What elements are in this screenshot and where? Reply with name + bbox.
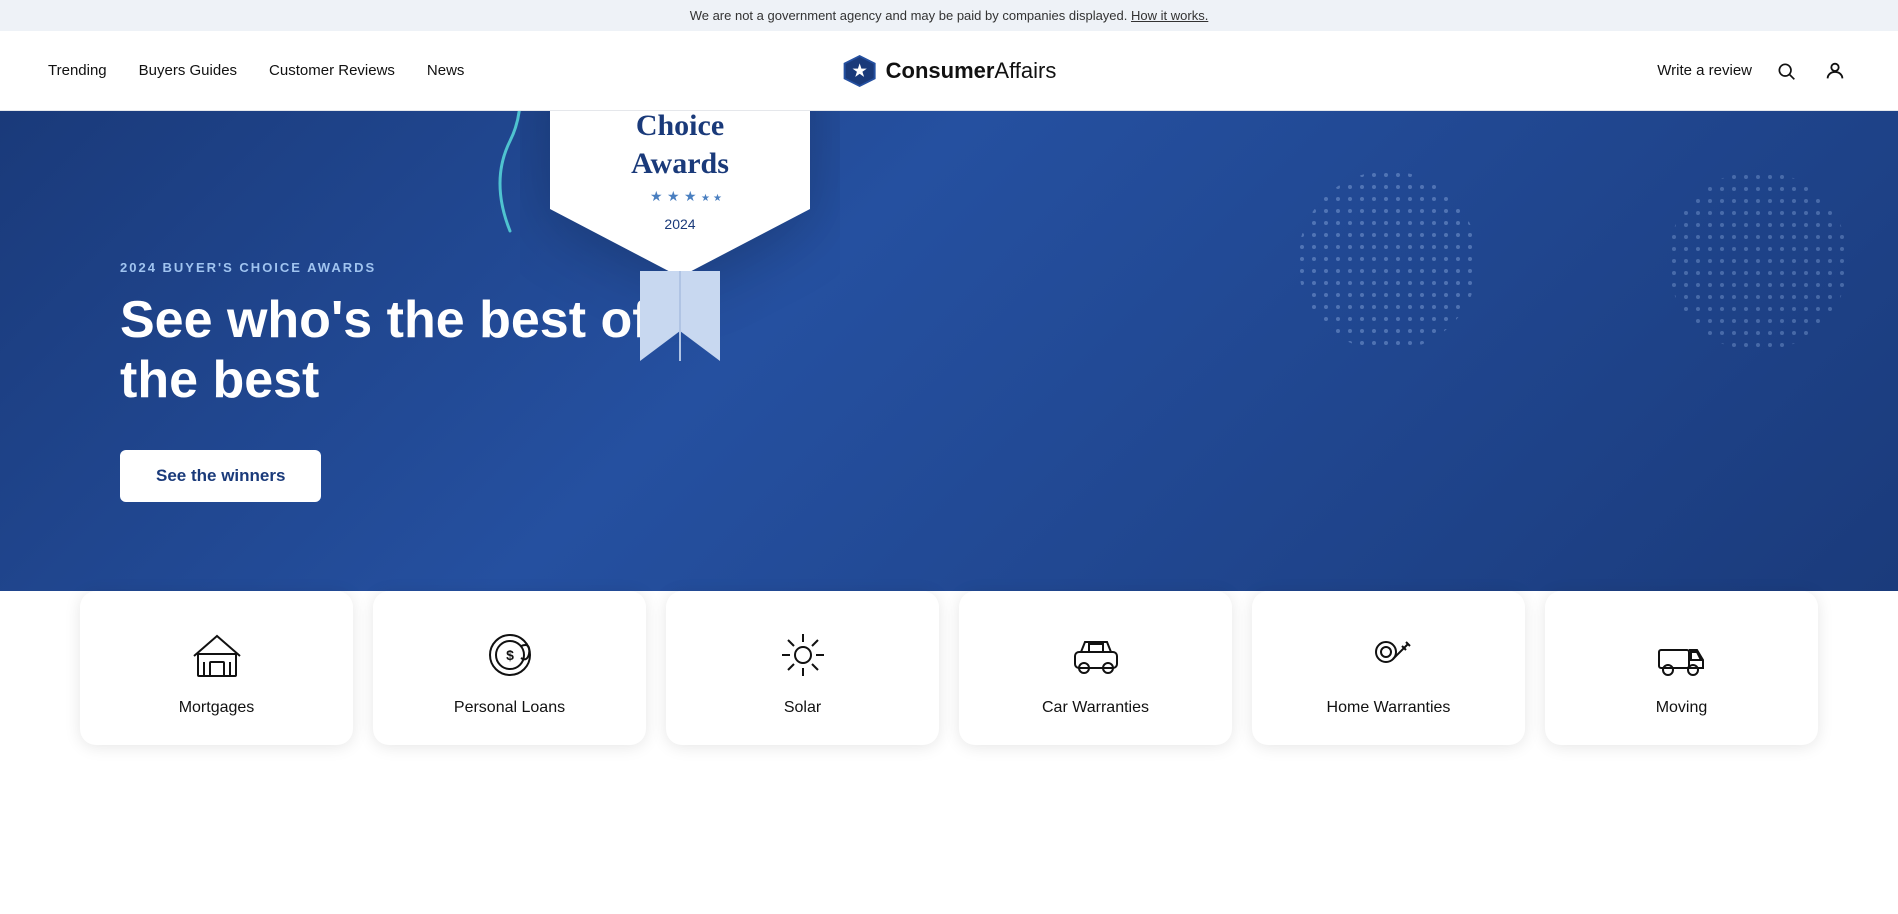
svg-text:Awards: Awards [631, 147, 729, 180]
hero-circle-dots [1658, 161, 1858, 366]
category-personal-loans[interactable]: $ Personal Loans [373, 591, 646, 745]
search-icon [1776, 61, 1796, 81]
solar-label: Solar [784, 699, 821, 717]
header-right: Write a review [1657, 56, 1850, 86]
svg-text:★: ★ [650, 188, 663, 204]
write-review-button[interactable]: Write a review [1657, 62, 1752, 79]
header: Trending Buyers Guides Customer Reviews … [0, 31, 1898, 111]
banner-text: We are not a government agency and may b… [690, 8, 1128, 23]
categories-grid: Mortgages $ Personal Loans [80, 591, 1818, 745]
svg-text:2024: 2024 [664, 216, 695, 232]
car-warranties-label: Car Warranties [1042, 699, 1149, 717]
svg-text:★: ★ [701, 193, 710, 204]
user-icon [1824, 60, 1846, 82]
svg-text:★: ★ [684, 188, 697, 204]
category-moving[interactable]: Moving [1545, 591, 1818, 745]
hero-dots-decoration [1298, 171, 1478, 356]
nav-news[interactable]: News [427, 62, 465, 79]
personal-loans-label: Personal Loans [454, 699, 565, 717]
main-nav: Trending Buyers Guides Customer Reviews … [48, 62, 464, 79]
hero-section: 2024 BUYER'S CHOICE AWARDS See who's the… [0, 111, 1898, 651]
nav-customer-reviews[interactable]: Customer Reviews [269, 62, 395, 79]
category-solar[interactable]: Solar [666, 591, 939, 745]
moving-icon [1654, 627, 1710, 683]
category-mortgages[interactable]: Mortgages [80, 591, 353, 745]
award-badge-svg: ★ ConsumerAffairs Buyer's Choice Awards … [520, 111, 840, 381]
svg-text:★: ★ [667, 188, 680, 204]
nav-buyers-guides[interactable]: Buyers Guides [139, 62, 237, 79]
user-account-button[interactable] [1820, 56, 1850, 86]
category-home-warranties[interactable]: Home Warranties [1252, 591, 1525, 745]
search-button[interactable] [1772, 57, 1800, 85]
nav-trending[interactable]: Trending [48, 62, 107, 79]
site-logo[interactable]: ★ ConsumerAffairs [842, 53, 1057, 89]
mortgages-label: Mortgages [179, 699, 255, 717]
award-badge: ★ ConsumerAffairs Buyer's Choice Awards … [520, 111, 860, 381]
logo-text: ConsumerAffairs [886, 58, 1057, 84]
svg-text:★: ★ [852, 63, 867, 80]
personal-loans-icon: $ [482, 627, 538, 683]
svg-text:Choice: Choice [636, 111, 724, 142]
top-banner: We are not a government agency and may b… [0, 0, 1898, 31]
moving-label: Moving [1656, 699, 1708, 717]
svg-text:$: $ [506, 647, 514, 663]
mortgages-icon [189, 627, 245, 683]
category-car-warranties[interactable]: Car Warranties [959, 591, 1232, 745]
home-warranties-icon [1361, 627, 1417, 683]
logo-badge-icon: ★ [842, 53, 878, 89]
categories-section: Mortgages $ Personal Loans [0, 591, 1898, 785]
solar-icon [775, 627, 831, 683]
car-warranties-icon [1068, 627, 1124, 683]
hero-squiggle-decoration [480, 111, 540, 241]
how-it-works-link[interactable]: How it works. [1131, 8, 1208, 23]
home-warranties-label: Home Warranties [1327, 699, 1451, 717]
svg-text:★: ★ [713, 193, 722, 204]
see-winners-button[interactable]: See the winners [120, 450, 321, 502]
